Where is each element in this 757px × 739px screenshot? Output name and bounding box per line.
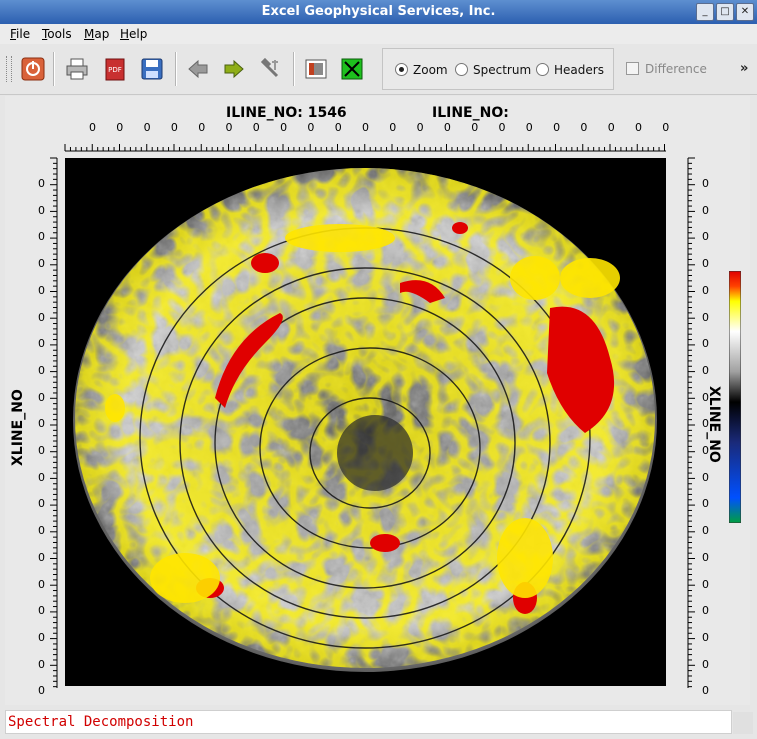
status-text: Spectral Decomposition (8, 714, 194, 730)
radio-spectrum[interactable]: Spectrum (455, 63, 531, 77)
print-icon[interactable] (64, 56, 90, 82)
save-icon[interactable] (139, 56, 165, 82)
radio-dot (536, 63, 549, 76)
pdf-icon[interactable]: PDF (102, 56, 128, 82)
radio-zoom[interactable]: Zoom (395, 63, 448, 77)
radio-headers[interactable]: Headers (536, 63, 604, 77)
radio-label: Spectrum (473, 63, 532, 77)
radio-dot (455, 63, 468, 76)
toolbar-overflow-button[interactable]: » (740, 61, 748, 76)
status-bar: Spectral Decomposition (5, 710, 732, 734)
checkbox-box (626, 62, 639, 75)
minimize-button[interactable]: _ (696, 3, 714, 21)
toolbar-separator (175, 52, 177, 86)
window-titlebar[interactable]: Excel Geophysical Services, Inc. _ □ ✕ (0, 0, 757, 25)
central-dark-zone (337, 415, 413, 491)
colorbar (729, 271, 741, 523)
power-icon[interactable] (20, 56, 46, 82)
back-arrow-icon[interactable] (185, 56, 211, 82)
maximize-button[interactable]: □ (716, 3, 734, 21)
toolbar-separator (53, 52, 55, 86)
tools-icon[interactable] (257, 56, 283, 82)
difference-checkbox[interactable]: Difference (626, 62, 707, 76)
toolbar-separator (293, 52, 295, 86)
radio-label: Zoom (413, 63, 448, 77)
seismic-time-slice-image[interactable] (65, 158, 666, 686)
window-title: Excel Geophysical Services, Inc. (261, 4, 496, 19)
svg-text:PDF: PDF (108, 66, 122, 74)
toolbar-grip[interactable] (6, 56, 12, 82)
radio-label: Headers (554, 63, 604, 77)
plot-panel: ILINE_NO: 1546 ILINE_NO: 000000000000000… (5, 96, 750, 705)
resize-grip[interactable] (733, 712, 753, 734)
forward-arrow-icon[interactable] (221, 56, 247, 82)
menu-tools[interactable]: Tools (42, 27, 72, 41)
menu-file[interactable]: File (10, 27, 30, 41)
close-x-icon[interactable] (339, 56, 365, 82)
difference-label: Difference (645, 62, 707, 76)
close-button[interactable]: ✕ (736, 3, 754, 21)
image-icon[interactable] (303, 56, 329, 82)
menu-bar: File Tools Map Help (0, 24, 757, 44)
view-mode-group: Zoom Spectrum Headers (382, 48, 614, 90)
menu-map[interactable]: Map (84, 27, 109, 41)
menu-help[interactable]: Help (120, 27, 147, 41)
radio-dot (395, 63, 408, 76)
toolbar: PDF Zoom Spectrum Headers Difference » (0, 44, 757, 95)
